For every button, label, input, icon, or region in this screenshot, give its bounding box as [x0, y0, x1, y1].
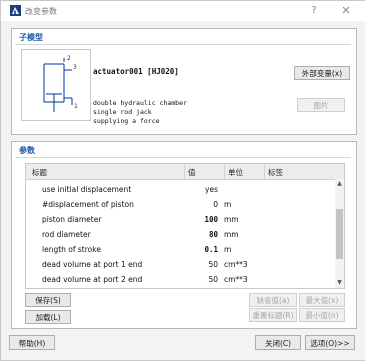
image-button[interactable]: 图片: [297, 98, 345, 112]
param-value[interactable]: 50: [178, 275, 218, 284]
description-line: supplying a force: [93, 117, 160, 125]
param-unit: mm: [224, 230, 239, 239]
change-parameters-dialog: 改变参数 ? ✕ 子模型 2 3 1 actuator001 [HJ020] d…: [0, 0, 365, 361]
max-value-button[interactable]: 最大值(x): [299, 293, 345, 307]
param-value[interactable]: yes: [178, 185, 218, 194]
help-button[interactable]: 帮助(H): [9, 335, 55, 350]
column-header-unit[interactable]: 单位: [228, 167, 243, 178]
save-button[interactable]: 保存(S): [25, 293, 71, 307]
vertical-scrollbar[interactable]: ▲ ▼: [335, 179, 344, 288]
divider: [15, 157, 351, 158]
description-line: double hydraulic chamber: [93, 99, 187, 107]
param-value[interactable]: 50: [178, 260, 218, 269]
load-button[interactable]: 加载(L): [25, 310, 71, 324]
param-title: rod diameter: [42, 230, 91, 239]
submodel-title: 子模型: [19, 33, 43, 42]
param-unit: cm**3: [224, 260, 248, 269]
scroll-up-icon[interactable]: ▲: [335, 180, 344, 187]
actuator-symbol-icon: 2 3 1: [43, 55, 78, 112]
param-value[interactable]: 80: [178, 230, 218, 239]
divider: [15, 44, 351, 45]
column-header-title[interactable]: 标题: [32, 167, 47, 178]
port-label-3: 3: [73, 64, 77, 71]
description-line: single rod jack: [93, 108, 152, 116]
param-title: length of stroke: [42, 245, 101, 254]
scrollbar-thumb[interactable]: [336, 209, 343, 259]
port-label-2: 2: [67, 55, 71, 62]
submodel-image: 2 3 1: [21, 49, 91, 121]
window-title: 改变参数: [25, 7, 57, 16]
param-value[interactable]: 100: [178, 215, 218, 224]
column-header-value[interactable]: 值: [188, 167, 196, 178]
param-value[interactable]: 0.1: [178, 245, 218, 254]
app-logo-icon: [10, 5, 21, 16]
reset-title-button[interactable]: 重置标题(R): [249, 308, 297, 322]
column-header-tag[interactable]: 标签: [268, 167, 283, 178]
submodel-name: actuator001 [HJ020]: [93, 67, 179, 76]
port-label-1: 1: [74, 103, 78, 110]
title-bar: 改变参数 ? ✕: [1, 1, 365, 21]
options-button[interactable]: 选项(O)>>: [305, 335, 355, 350]
help-icon[interactable]: ?: [306, 4, 322, 18]
param-title: dead volume at port 2 end: [42, 275, 143, 284]
parameters-table: 标题 值 单位 标签 use initial displacement yes …: [25, 163, 345, 289]
param-value[interactable]: 0: [178, 200, 218, 209]
param-unit: m: [224, 200, 232, 209]
table-row[interactable]: dead volume at port 2 end 50 cm**3: [26, 271, 334, 289]
param-title: dead volume at port 1 end: [42, 260, 143, 269]
table-header: 标题 值 单位 标签: [26, 164, 344, 180]
external-variables-button[interactable]: 外部变量(x): [294, 66, 350, 80]
param-title: use initial displacement: [42, 185, 132, 194]
parameters-title: 参数: [19, 146, 35, 155]
param-title: #displacement of piston: [42, 200, 134, 209]
scroll-down-icon[interactable]: ▼: [335, 279, 344, 286]
close-button[interactable]: 关闭(C): [255, 335, 301, 350]
min-value-button[interactable]: 最小值(n): [299, 308, 345, 322]
param-unit: mm: [224, 215, 239, 224]
param-unit: cm**3: [224, 275, 248, 284]
close-icon[interactable]: ✕: [338, 4, 354, 18]
param-title: piston diameter: [42, 215, 102, 224]
param-unit: m: [224, 245, 232, 254]
default-value-button[interactable]: 缺省值(a): [249, 293, 297, 307]
